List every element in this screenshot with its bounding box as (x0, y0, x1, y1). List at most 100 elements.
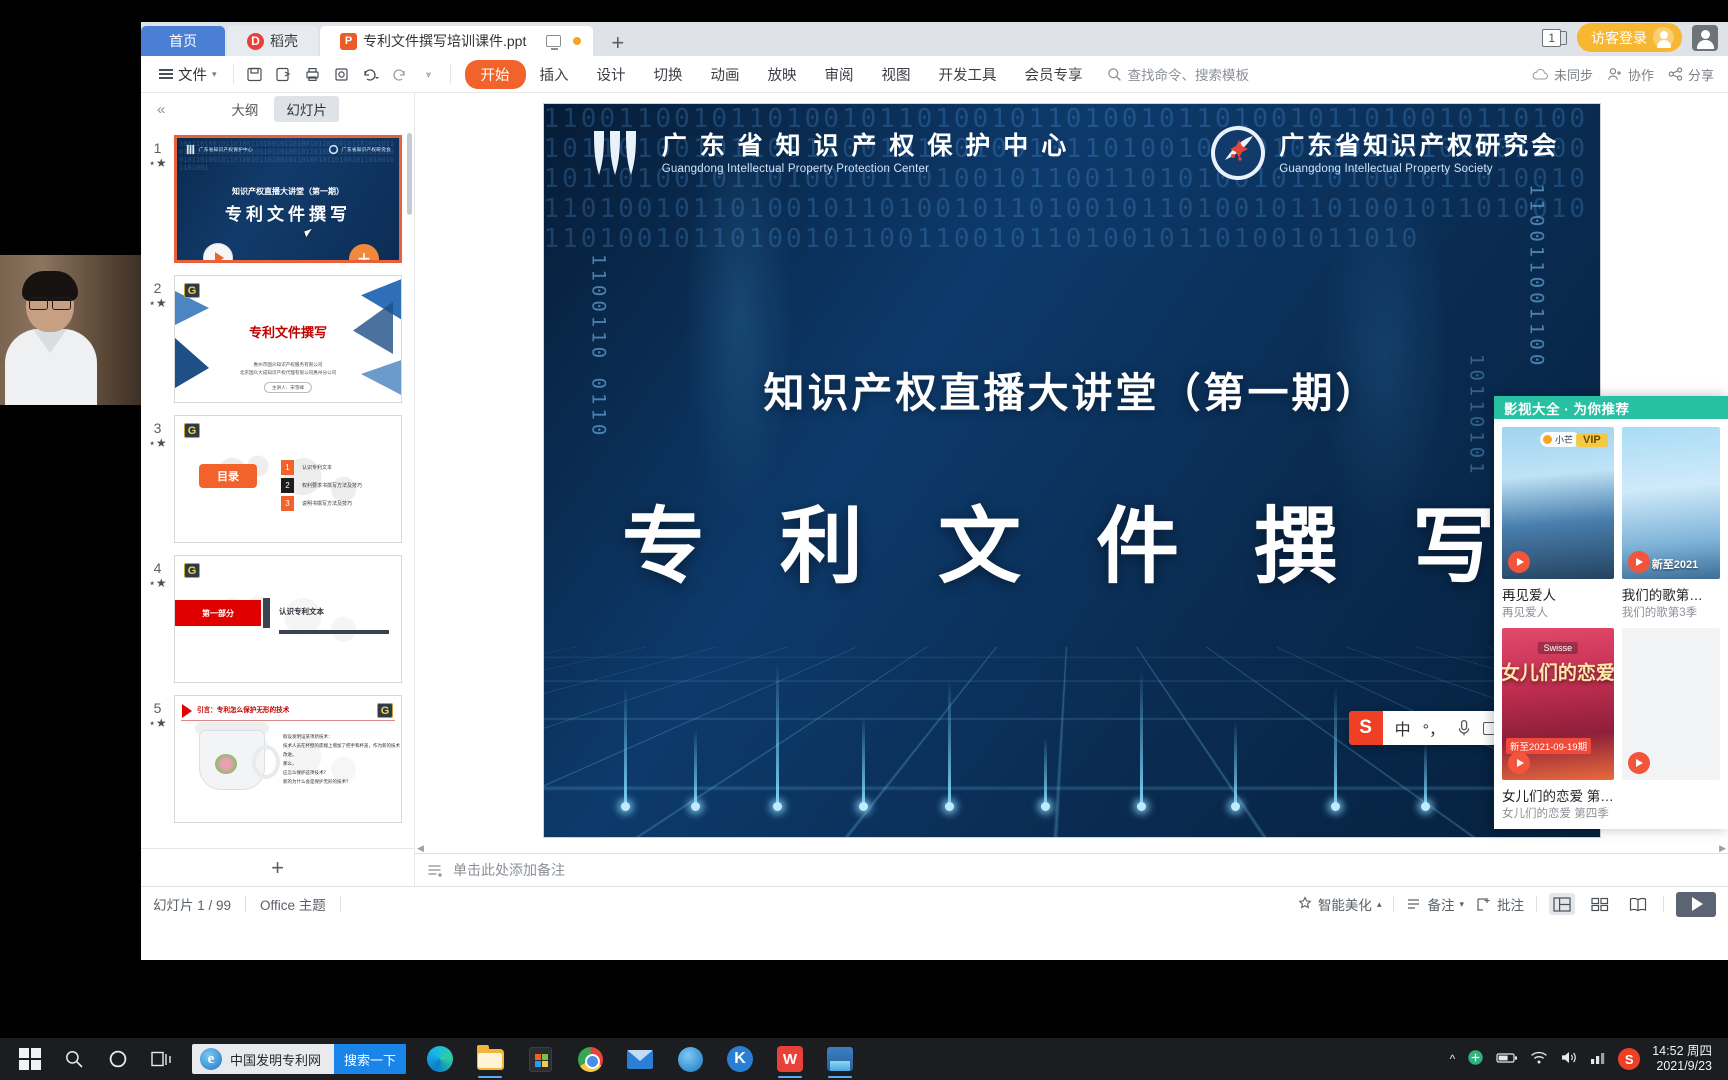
taskbar-search-icon[interactable] (52, 1038, 96, 1080)
undo-icon[interactable] (358, 61, 384, 87)
taskbar-search-box[interactable]: e 中国发明专利网 搜索一下 (192, 1044, 406, 1074)
add-slide-footer-button[interactable]: + (141, 848, 414, 886)
mic-icon[interactable] (1457, 719, 1471, 737)
slide-thumbnail-3[interactable]: G 目录 1 认识专利文本 2 权利要求书撰写方法及技巧 3 说明书撰写方法及技… (174, 415, 402, 543)
taskbar-app-mail[interactable] (616, 1038, 664, 1080)
taskbar-app-file-explorer[interactable] (466, 1038, 514, 1080)
tab-transition[interactable]: 切换 (640, 60, 697, 89)
play-icon[interactable] (1627, 551, 1650, 573)
ime-tray-icon[interactable] (1467, 1049, 1484, 1069)
start-slideshow-button[interactable] (1676, 891, 1716, 917)
ad-popup-panel[interactable]: 影视大全 · 为你推荐 小芒 VIP 再见爱人 再见爱人 新至2021 我们的歌… (1494, 396, 1728, 829)
tab-slides[interactable]: 幻灯片 (274, 96, 339, 122)
new-tab-button[interactable]: + (595, 32, 640, 56)
smart-beautify-button[interactable]: 智能美化 ▴ (1297, 894, 1381, 914)
reading-view-button[interactable] (1625, 893, 1651, 915)
share-button[interactable]: 分享 (1668, 65, 1714, 84)
sogou-tray-icon[interactable]: S (1618, 1048, 1641, 1070)
tab-insert[interactable]: 插入 (526, 60, 583, 89)
normal-view-button[interactable] (1549, 893, 1575, 915)
title-bar: 首页 D 稻壳 P 专利文件撰写培训课件.ppt + 1 访客登录 (141, 22, 1728, 56)
show-hidden-icons-icon[interactable]: ^ (1450, 1052, 1456, 1066)
taskbar-app-wps-writer[interactable]: W (766, 1038, 814, 1080)
save-as-icon[interactable] (271, 61, 297, 87)
battery-icon[interactable] (1496, 1051, 1518, 1068)
tab-view[interactable]: 视图 (868, 60, 925, 89)
comment-button[interactable]: 批注 (1476, 894, 1524, 914)
print-icon[interactable] (300, 61, 326, 87)
notes-pane[interactable]: 单击此处添加备注 (415, 853, 1728, 886)
slide-thumbnail-1[interactable]: 1001101001011010011010010110100101101001… (174, 135, 402, 263)
notes-icon (1408, 899, 1420, 909)
taskbar-search-button[interactable]: 搜索一下 (333, 1044, 406, 1074)
print-preview-icon[interactable] (329, 61, 355, 87)
taskbar-app-kingsoft[interactable]: K (716, 1038, 764, 1080)
tab-design[interactable]: 设计 (583, 60, 640, 89)
taskbar-clock[interactable]: 14:52 周四 2021/9/23 (1652, 1044, 1712, 1074)
ad-title: 女儿们的恋爱 第… (1502, 789, 1614, 804)
scroll-left-icon[interactable]: ◀ (417, 843, 424, 854)
list-item[interactable]: 5 ⋆★ G 引言：专利怎么保护无形的技术 假设发明设某项新技术： 技术人员在杯… (141, 689, 414, 829)
taskbar-app-store[interactable] (516, 1038, 564, 1080)
wifi-icon[interactable] (1530, 1051, 1548, 1068)
ad-card[interactable]: 新至2021 我们的歌第… 我们的歌第3季 (1621, 427, 1720, 620)
taskbar-app-internet-explorer[interactable] (666, 1038, 714, 1080)
tab-developer[interactable]: 开发工具 (925, 60, 1011, 89)
taskbar-app-edge[interactable] (416, 1038, 464, 1080)
status-bar: 幻灯片 1 / 99 Office 主题 智能美化 ▴ 备注 ▾ 批注 (141, 886, 1728, 921)
notes-placeholder: 单击此处添加备注 (453, 862, 565, 878)
slide-thumbnail-2[interactable]: G 专利文件撰写 惠州市国众知识产权服务有限公司 北京国众大成知识产权代理有限公… (174, 275, 402, 403)
tab-slideshow[interactable]: 放映 (754, 60, 811, 89)
file-menu-button[interactable]: 文件 ▾ (151, 64, 225, 85)
slide-thumbnail-5[interactable]: G 引言：专利怎么保护无形的技术 假设发明设某项新技术： 技术人员在杯壁的底端上… (174, 695, 402, 823)
taskbar-app-chrome[interactable] (566, 1038, 614, 1080)
ad-card[interactable] (1621, 628, 1720, 821)
tab-count-indicator[interactable]: 1 (1542, 28, 1567, 47)
list-item[interactable]: 1 ⋆★ 10011010010110100110100101101001011… (141, 129, 414, 269)
network-icon[interactable] (1590, 1051, 1606, 1068)
list-item[interactable]: 2 ⋆★ G 专利文件撰写 惠州市国众知识产权服务有限公司 北京国众大成知识产权… (141, 269, 414, 409)
play-icon[interactable] (1508, 551, 1530, 573)
guest-login-button[interactable]: 访客登录 (1577, 23, 1682, 52)
sync-status-button[interactable]: 未同步 (1532, 65, 1593, 84)
tab-document[interactable]: P 专利文件撰写培训课件.ppt (320, 26, 594, 56)
tab-animation[interactable]: 动画 (697, 60, 754, 89)
command-search[interactable]: 查找命令、搜索模板 (1107, 64, 1249, 84)
tab-home[interactable]: 首页 (141, 26, 225, 56)
tab-start[interactable]: 开始 (464, 59, 526, 89)
ad-card[interactable]: Swisse 女儿们的恋爱 新至2021-09-19期 女儿们的恋爱 第… 女儿… (1502, 628, 1614, 821)
tab-outline[interactable]: 大纲 (219, 96, 270, 122)
windows-start-icon[interactable] (8, 1038, 52, 1080)
slide-thumbnail-list[interactable]: 1 ⋆★ 10011010010110100110100101101001011… (141, 125, 414, 848)
ime-mode-label[interactable]: 中 (1395, 716, 1411, 740)
scroll-right-icon[interactable]: ▶ (1719, 843, 1726, 854)
search-icon (1107, 67, 1121, 81)
sogou-logo-icon[interactable]: S (1348, 711, 1383, 745)
redo-icon[interactable] (387, 61, 413, 87)
volume-icon[interactable] (1560, 1050, 1578, 1068)
collapse-panel-button[interactable]: « (149, 101, 173, 118)
notes-toggle-button[interactable]: 备注 ▾ (1406, 894, 1464, 914)
play-icon[interactable] (1508, 752, 1530, 774)
ime-punctuation-toggle[interactable]: °， (1423, 716, 1445, 740)
present-monitor-icon[interactable] (546, 35, 562, 50)
taskbar-app-wps-presentation[interactable] (816, 1038, 864, 1080)
collaborate-button[interactable]: 协作 (1607, 65, 1654, 84)
slide-sorter-button[interactable] (1587, 893, 1613, 915)
ad-card[interactable]: 小芒 VIP 再见爱人 再见爱人 (1502, 427, 1614, 620)
tab-docer[interactable]: D 稻壳 (227, 26, 318, 56)
theme-name-status[interactable]: Office 主题 (260, 894, 326, 914)
customize-toolbar-icon[interactable]: ⩔ (416, 61, 442, 87)
list-item[interactable]: 4 ⋆★ G 第一部分 认识专利文本 (141, 549, 414, 689)
save-icon[interactable] (242, 61, 268, 87)
horizontal-scrollbar[interactable]: ◀ ▶ (415, 843, 1728, 853)
cortana-icon[interactable] (96, 1038, 140, 1080)
task-view-icon[interactable] (140, 1038, 184, 1080)
tab-review[interactable]: 审阅 (811, 60, 868, 89)
slide-thumbnail-4[interactable]: G 第一部分 认识专利文本 (174, 555, 402, 683)
list-item[interactable]: 3 ⋆★ G 目录 1 认识专利文本 2 权利要求书撰写方法及技巧 3 说明书撰… (141, 409, 414, 549)
user-avatar[interactable] (1692, 24, 1718, 51)
tab-count-value: 1 (1542, 28, 1561, 47)
tab-member[interactable]: 会员专享 (1011, 60, 1097, 89)
play-icon[interactable] (1627, 752, 1650, 774)
